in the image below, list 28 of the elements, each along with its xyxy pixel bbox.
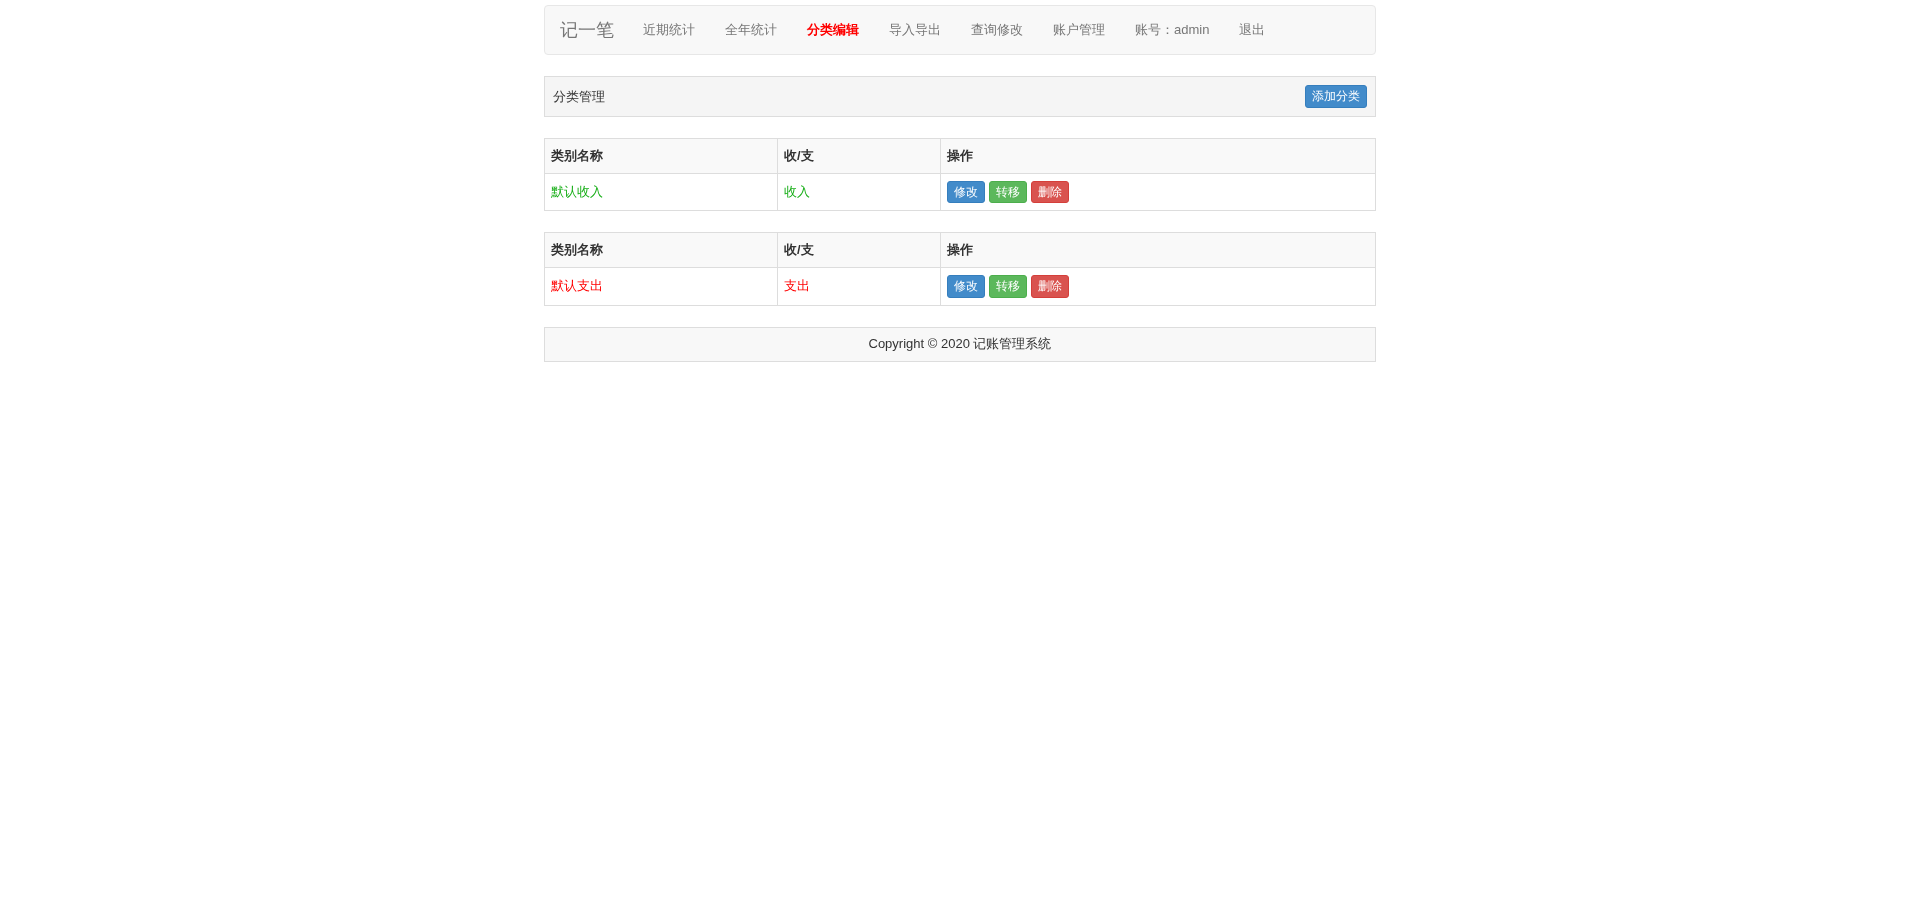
transfer-button[interactable]: 转移: [989, 180, 1027, 204]
edit-button[interactable]: 修改: [947, 180, 985, 204]
column-header: 收/支: [777, 232, 941, 268]
edit-button[interactable]: 修改: [947, 274, 985, 298]
add-category-button[interactable]: 添加分类: [1305, 85, 1367, 108]
nav-link[interactable]: 全年统计: [710, 20, 792, 40]
delete-button[interactable]: 删除: [1031, 180, 1069, 204]
nav-link[interactable]: 账号：admin: [1120, 20, 1225, 40]
nav-link[interactable]: 近期统计: [628, 20, 710, 40]
nav-link[interactable]: 导入导出: [874, 20, 956, 40]
column-header: 操作: [940, 138, 1376, 173]
transfer-button[interactable]: 转移: [989, 274, 1027, 298]
brand-link[interactable]: 记一笔: [560, 16, 614, 44]
nav-link[interactable]: 查询修改: [956, 20, 1038, 40]
delete-button[interactable]: 删除: [1031, 274, 1069, 298]
column-header: 类别名称: [544, 138, 778, 173]
table-cell: 支出: [777, 267, 941, 306]
nav-link[interactable]: 退出: [1224, 20, 1281, 40]
copyright-text: Copyright © 2020 记账管理系统: [868, 335, 1052, 354]
nav-link[interactable]: 账户管理: [1038, 20, 1120, 40]
table-cell: 收入: [777, 173, 941, 211]
column-header: 收/支: [777, 138, 941, 173]
column-header: 类别名称: [544, 232, 778, 268]
panel-title: 分类管理: [553, 87, 605, 106]
column-header: 操作: [940, 232, 1376, 268]
table-cell: 默认支出: [544, 267, 778, 306]
table-cell: 默认收入: [544, 173, 778, 211]
nav-link[interactable]: 分类编辑: [792, 20, 874, 40]
